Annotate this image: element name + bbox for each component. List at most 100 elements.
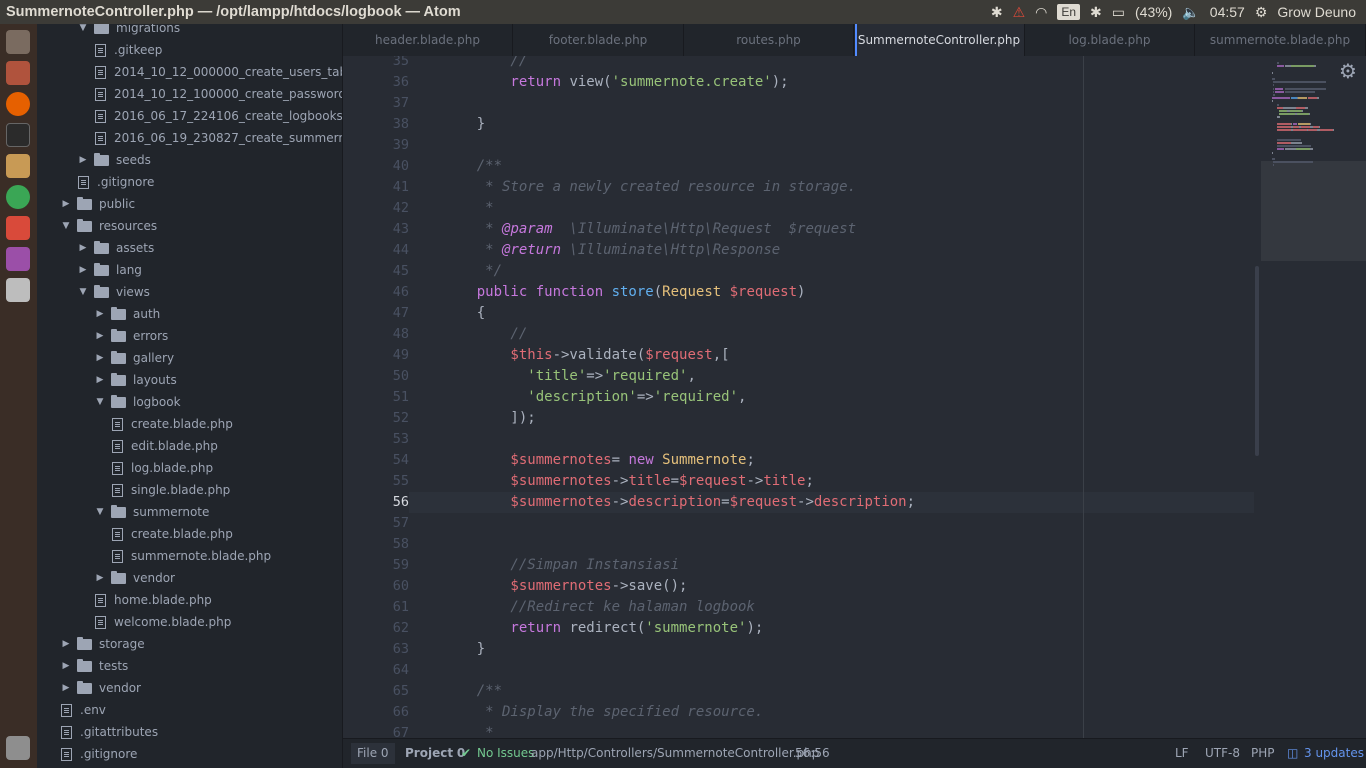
- tree-file[interactable]: create.blade.php: [37, 523, 342, 545]
- files-icon[interactable]: [6, 61, 30, 85]
- tree-folder[interactable]: ▶ public: [37, 193, 342, 215]
- volume-icon[interactable]: 🔈: [1182, 4, 1199, 21]
- tree-file[interactable]: home.blade.php: [37, 589, 342, 611]
- clock[interactable]: 04:57: [1210, 4, 1245, 20]
- code-line[interactable]: $summernotes->save();: [443, 576, 687, 597]
- minimap[interactable]: [1261, 56, 1366, 738]
- tree-folder[interactable]: ▼ summernote: [37, 501, 342, 523]
- line-number[interactable]: 57: [343, 513, 409, 534]
- warning-icon[interactable]: ⚠: [1013, 4, 1026, 21]
- line-number[interactable]: 37: [343, 93, 409, 114]
- line-number[interactable]: 41: [343, 177, 409, 198]
- code-line[interactable]: /**: [443, 681, 502, 702]
- terminal-icon[interactable]: [6, 123, 30, 147]
- encoding-selector[interactable]: UTF-8: [1205, 739, 1240, 768]
- tree-file[interactable]: .env: [37, 699, 342, 721]
- file-path[interactable]: app/Http/Controllers/SummernoteControlle…: [531, 739, 819, 768]
- keyboard-layout-indicator[interactable]: En: [1057, 4, 1081, 20]
- tree-file[interactable]: 2014_10_12_100000_create_password_r: [37, 83, 342, 105]
- minimap-visible-area[interactable]: [1261, 161, 1366, 261]
- code-line[interactable]: $this->validate($request,[: [443, 345, 729, 366]
- code-line[interactable]: * @return \Illuminate\Http\Response: [443, 240, 780, 261]
- code-line[interactable]: 'description'=>'required',: [443, 387, 746, 408]
- line-number[interactable]: 38: [343, 114, 409, 135]
- line-number[interactable]: 65: [343, 681, 409, 702]
- editor-scrollbar[interactable]: [1255, 266, 1259, 456]
- tree-file[interactable]: welcome.blade.php: [37, 611, 342, 633]
- updates-link[interactable]: 3 updates: [1304, 739, 1364, 768]
- line-number[interactable]: 62: [343, 618, 409, 639]
- tree-folder[interactable]: ▶ errors: [37, 325, 342, 347]
- wifi-icon[interactable]: ◠: [1035, 4, 1047, 21]
- tree-folder[interactable]: ▶ gallery: [37, 347, 342, 369]
- line-number[interactable]: 67: [343, 723, 409, 738]
- cursor-position[interactable]: 56:56: [795, 739, 830, 768]
- code-line[interactable]: */: [443, 261, 502, 282]
- tree-folder[interactable]: ▼ logbook: [37, 391, 342, 413]
- line-number[interactable]: 56: [343, 492, 409, 513]
- code-editor[interactable]: 35 36 37 38 39 40 41 42 43 44 45 46 47 48 49 50 51 52 53 54…: [343, 56, 1366, 738]
- code-line[interactable]: * Display the specified resource.: [443, 702, 763, 723]
- line-number[interactable]: 60: [343, 576, 409, 597]
- line-number-gutter[interactable]: 35 36 37 38 39 40 41 42 43 44 45 46 47 48 49 50 51 52 53 54…: [343, 56, 409, 738]
- tree-folder[interactable]: ▶ layouts: [37, 369, 342, 391]
- tree-folder[interactable]: ▶ seeds: [37, 149, 342, 171]
- gear-icon[interactable]: ⚙: [1255, 4, 1268, 21]
- code-line[interactable]: return redirect('summernote');: [443, 618, 763, 639]
- line-number[interactable]: 36: [343, 72, 409, 93]
- code-line[interactable]: }: [443, 639, 485, 660]
- tree-folder[interactable]: ▶ vendor: [37, 677, 342, 699]
- tree-folder[interactable]: ▼ views: [37, 281, 342, 303]
- line-number[interactable]: 44: [343, 240, 409, 261]
- bluetooth-icon[interactable]: ✱: [1090, 4, 1102, 21]
- code-line[interactable]: $summernotes= new Summernote;: [443, 450, 754, 471]
- tree-file[interactable]: 2016_06_19_230827_create_summernot: [37, 127, 342, 149]
- line-number[interactable]: 61: [343, 597, 409, 618]
- tree-folder[interactable]: ▶ auth: [37, 303, 342, 325]
- gear-icon[interactable]: ⚙: [1337, 60, 1359, 82]
- trash-icon[interactable]: [6, 736, 30, 760]
- line-number[interactable]: 43: [343, 219, 409, 240]
- code-line[interactable]: ]);: [443, 408, 535, 429]
- tree-file[interactable]: .gitignore: [37, 743, 342, 765]
- media-icon[interactable]: [6, 247, 30, 271]
- code-line[interactable]: $summernotes->description=$request->desc…: [443, 492, 915, 513]
- code-line[interactable]: *: [443, 723, 493, 738]
- file-issues-tab[interactable]: File 0: [351, 743, 395, 764]
- code-line[interactable]: return view('summernote.create');: [443, 72, 788, 93]
- line-number[interactable]: 39: [343, 135, 409, 156]
- line-number[interactable]: 58: [343, 534, 409, 555]
- code-line[interactable]: /**: [443, 156, 502, 177]
- battery-percent[interactable]: (43%): [1135, 4, 1172, 20]
- line-number[interactable]: 51: [343, 387, 409, 408]
- code-line[interactable]: {: [443, 303, 485, 324]
- line-number[interactable]: 55: [343, 471, 409, 492]
- tab-footer-blade-php[interactable]: footer.blade.php: [514, 24, 684, 56]
- tree-file[interactable]: 2016_06_17_224106_create_logbooks_t: [37, 105, 342, 127]
- firefox-icon[interactable]: [6, 92, 30, 116]
- tree-folder[interactable]: ▶ assets: [37, 237, 342, 259]
- code-line[interactable]: }: [443, 114, 485, 135]
- code-line[interactable]: * Store a newly created resource in stor…: [443, 177, 856, 198]
- tab-summernote-blade-php[interactable]: summernote.blade.php: [1196, 24, 1366, 56]
- tree-folder[interactable]: ▶ storage: [37, 633, 342, 655]
- tree-folder[interactable]: ▶ lang: [37, 259, 342, 281]
- line-number[interactable]: 64: [343, 660, 409, 681]
- user-name[interactable]: Grow Deuno: [1277, 4, 1356, 20]
- line-number[interactable]: 50: [343, 366, 409, 387]
- line-number[interactable]: 35: [343, 56, 409, 72]
- tree-file[interactable]: summernote.blade.php: [37, 545, 342, 567]
- tree-file[interactable]: .gitkeep: [37, 39, 342, 61]
- line-number[interactable]: 54: [343, 450, 409, 471]
- line-number[interactable]: 42: [343, 198, 409, 219]
- line-number[interactable]: 47: [343, 303, 409, 324]
- line-number[interactable]: 63: [343, 639, 409, 660]
- code-line[interactable]: public function store(Request $request): [443, 282, 806, 303]
- dash-icon[interactable]: [6, 30, 30, 54]
- tree-file[interactable]: .gitattributes: [37, 721, 342, 743]
- tree-folder[interactable]: ▶ tests: [37, 655, 342, 677]
- line-number[interactable]: 40: [343, 156, 409, 177]
- tree-folder[interactable]: ▼ resources: [37, 215, 342, 237]
- tab-log-blade-php[interactable]: log.blade.php: [1025, 24, 1195, 56]
- code-line[interactable]: //Redirect ke halaman logbook: [443, 597, 754, 618]
